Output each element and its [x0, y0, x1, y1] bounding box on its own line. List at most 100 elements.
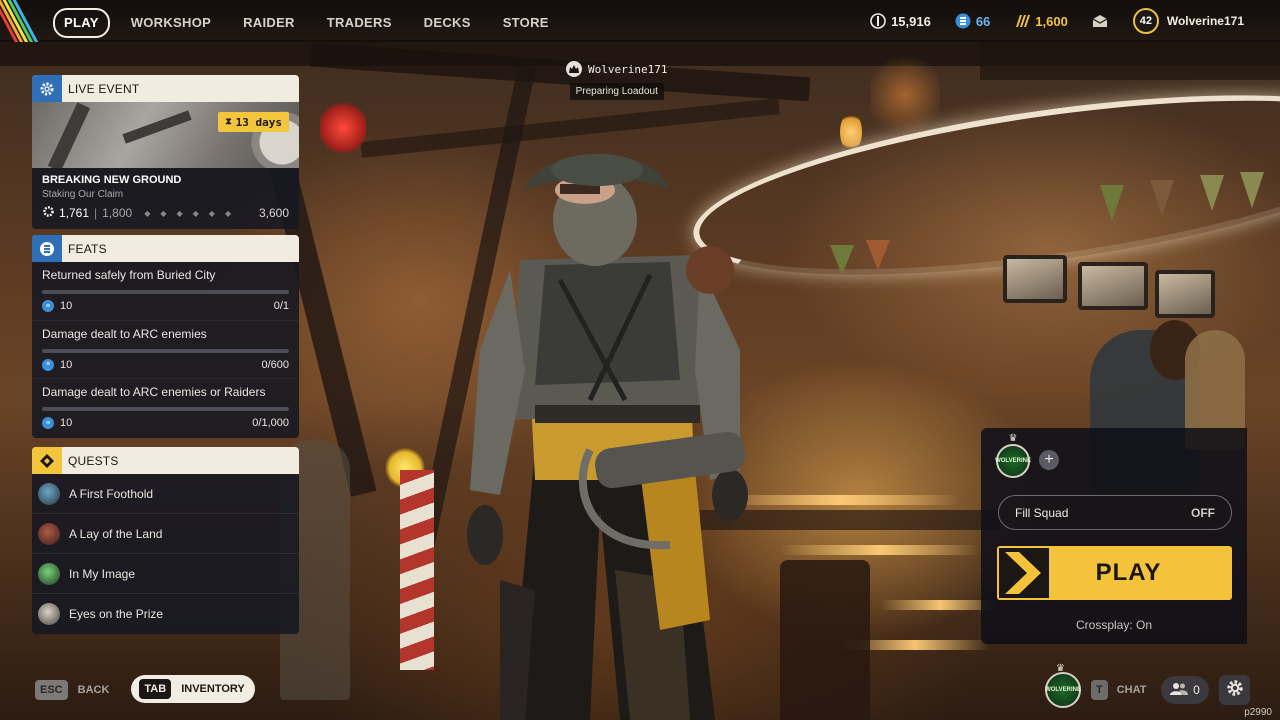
- event-title: BREAKING NEW GROUND: [42, 174, 182, 186]
- bottom-left-controls: ESC BACK TAB INVENTORY: [35, 675, 255, 703]
- quest-title: A First Foothold: [69, 486, 154, 501]
- milestone-markers: ◆◆◆◆◆◆: [144, 208, 242, 218]
- t-key-hint: T: [1091, 680, 1108, 700]
- player-avatar[interactable]: WOLVERINE: [1045, 672, 1081, 708]
- quest-title: In My Image: [69, 566, 136, 581]
- nav-decks[interactable]: DECKS: [424, 10, 471, 36]
- back-button[interactable]: BACK: [78, 684, 110, 696]
- feat-title: Damage dealt to ARC enemies: [42, 326, 207, 341]
- event-progress-current: 1,761: [59, 206, 90, 220]
- credits-icon: [1014, 13, 1031, 29]
- build-version: p2990: [1244, 707, 1272, 718]
- token-icon: ≡: [42, 300, 54, 312]
- quests-panel[interactable]: QUESTS A First Foothold A Lay of the Lan…: [32, 447, 299, 634]
- cog-points-icon: [42, 205, 55, 221]
- loadout-player-name: Wolverine171: [588, 62, 668, 76]
- feat-item[interactable]: Returned safely from Buried City ≡ 10 0/…: [32, 262, 299, 321]
- feat-reward: 10: [60, 417, 73, 430]
- event-days-badge: ⧗ 13 days: [218, 112, 289, 132]
- event-progress-divider: |: [94, 206, 98, 220]
- feat-progress-text: 0/1: [273, 300, 289, 312]
- live-event-label: LIVE EVENT: [68, 81, 140, 96]
- coins-currency[interactable]: 15,916: [870, 13, 931, 29]
- quest-giver-avatar: [38, 522, 60, 545]
- nav-raider[interactable]: RAIDER: [243, 10, 295, 36]
- chat-button[interactable]: T CHAT: [1091, 680, 1146, 700]
- nav-play[interactable]: PLAY: [53, 8, 110, 38]
- gear-icon: [32, 75, 62, 102]
- event-banner-image: ⧗ 13 days: [32, 102, 299, 168]
- quest-giver-avatar: [38, 482, 60, 505]
- settings-button[interactable]: [1219, 675, 1250, 705]
- feats-header: FEATS: [32, 235, 299, 262]
- feat-title: Damage dealt to ARC enemies or Raiders: [42, 385, 266, 400]
- feat-progress-bar: [42, 407, 289, 412]
- quest-item[interactable]: Eyes on the Prize: [32, 594, 299, 634]
- currency-bar: 15,916 66 1,600 42 Wolverine171: [846, 8, 1244, 34]
- chat-label: CHAT: [1116, 684, 1147, 696]
- mail-button[interactable]: [1092, 13, 1113, 29]
- squad-member-avatar[interactable]: WOLVERINE: [995, 444, 1031, 478]
- plus-icon: +: [1044, 451, 1054, 468]
- fill-squad-value: OFF: [1191, 505, 1215, 520]
- leader-crown-icon: ♛: [1008, 433, 1018, 444]
- profile-button[interactable]: 42 Wolverine171: [1132, 8, 1244, 34]
- quest-item[interactable]: In My Image: [32, 554, 299, 594]
- add-squad-member-button[interactable]: +: [1039, 450, 1059, 470]
- days-left-text: 13 days: [235, 115, 282, 129]
- tokens-value: 66: [975, 13, 991, 29]
- feats-token-icon: [32, 235, 62, 262]
- crown-icon: [566, 61, 582, 77]
- friends-icon: [1170, 682, 1189, 699]
- credits-value: 1,600: [1035, 13, 1068, 29]
- character-model: [467, 154, 748, 720]
- coins-value: 15,916: [891, 13, 931, 29]
- feat-item[interactable]: Damage dealt to ARC enemies or Raiders ≡…: [32, 379, 299, 438]
- quest-giver-avatar: [38, 603, 60, 625]
- level-badge: 42: [1132, 8, 1159, 34]
- play-button-label: PLAY: [1095, 559, 1162, 586]
- credits-currency[interactable]: 1,600: [1014, 13, 1068, 29]
- nav-workshop[interactable]: WORKSHOP: [131, 10, 211, 36]
- squad-panel: ♛ WOLVERINE + Fill Squad OFF PLAY Crossp…: [981, 428, 1247, 644]
- tokens-currency[interactable]: 66: [955, 13, 990, 29]
- friends-button[interactable]: 0: [1161, 676, 1209, 704]
- feats-label: FEATS: [68, 241, 107, 256]
- top-navigation-bar: PLAY WORKSHOP RAIDER TRADERS DECKS STORE…: [0, 0, 1280, 42]
- feats-panel[interactable]: FEATS Returned safely from Buried City ≡…: [32, 235, 299, 439]
- event-subtitle: Staking Our Claim: [42, 189, 124, 200]
- event-progress-next: 1,800: [102, 206, 133, 220]
- live-event-panel[interactable]: LIVE EVENT ⧗ 13 days BREAKING NEW GROUND…: [32, 75, 299, 229]
- inventory-label: INVENTORY: [181, 683, 245, 695]
- quest-title: A Lay of the Land: [69, 526, 163, 541]
- quest-item[interactable]: A Lay of the Land: [32, 514, 299, 554]
- crossplay-status[interactable]: Crossplay: On: [981, 618, 1247, 632]
- mail-icon: [1092, 13, 1108, 29]
- play-button[interactable]: PLAY: [997, 546, 1232, 600]
- gear-icon: [1226, 679, 1244, 702]
- token-icon: ≡: [42, 417, 54, 430]
- quests-header: QUESTS: [32, 447, 299, 474]
- live-event-header: LIVE EVENT: [32, 75, 299, 102]
- nav-store[interactable]: STORE: [503, 10, 549, 36]
- feat-reward: 10: [60, 300, 73, 312]
- fill-squad-toggle[interactable]: Fill Squad OFF: [998, 495, 1232, 530]
- hourglass-icon: ⧗: [225, 117, 232, 127]
- event-progress-max: 3,600: [258, 206, 289, 220]
- token-icon: ≡: [42, 358, 54, 371]
- esc-key-hint[interactable]: ESC: [35, 679, 68, 700]
- feat-item[interactable]: Damage dealt to ARC enemies ≡ 10 0/600: [32, 321, 299, 380]
- quest-item[interactable]: A First Foothold: [32, 474, 299, 514]
- event-progress: 1,761 | 1,800 ◆◆◆◆◆◆ 3,600: [42, 205, 289, 221]
- tab-key-hint: TAB: [139, 679, 172, 699]
- inventory-button[interactable]: TAB INVENTORY: [131, 675, 255, 703]
- quest-diamond-icon: [32, 447, 62, 474]
- feat-title: Returned safely from Buried City: [42, 268, 216, 282]
- main-nav: PLAY WORKSHOP RAIDER TRADERS DECKS STORE: [53, 8, 581, 38]
- quest-giver-avatar: [38, 562, 60, 585]
- friends-count: 0: [1193, 683, 1200, 697]
- feat-reward: 10: [60, 358, 73, 371]
- username: Wolverine171: [1166, 14, 1244, 28]
- nav-traders[interactable]: TRADERS: [327, 10, 392, 36]
- feat-progress-text: 0/600: [261, 358, 289, 371]
